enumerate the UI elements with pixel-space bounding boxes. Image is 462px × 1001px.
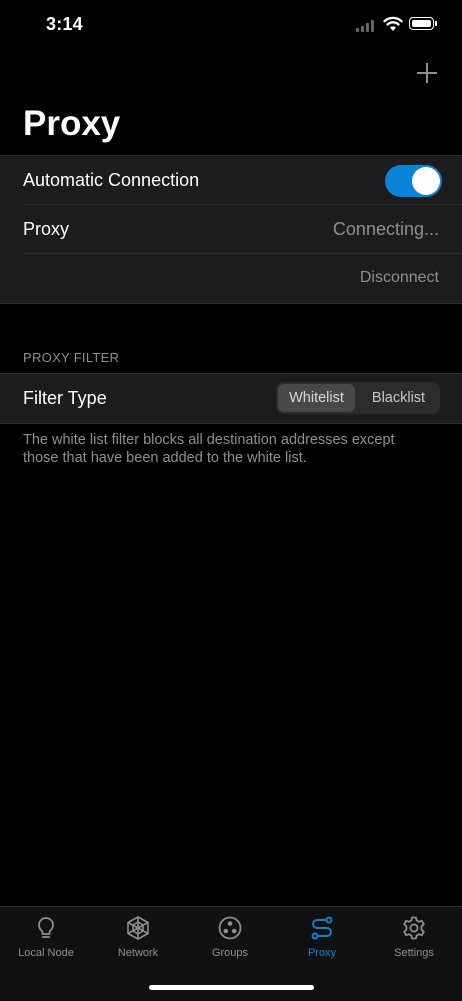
tab-label: Local Node <box>18 947 74 959</box>
gear-icon <box>403 916 425 940</box>
tab-label: Groups <box>211 947 249 959</box>
groups-icon <box>218 916 242 940</box>
filter-group: Filter Type Whitelist Blacklist <box>0 373 462 424</box>
proxy-row: Proxy Connecting... <box>0 205 462 254</box>
proxy-label: Proxy <box>23 219 70 239</box>
automatic-connection-label: Automatic Connection <box>23 170 200 190</box>
proxy-status: Connecting... <box>332 219 439 239</box>
filter-description: The white list filter blocks all destina… <box>23 432 395 466</box>
disconnect-button[interactable]: Disconnect <box>360 269 439 287</box>
filter-type-label: Filter Type <box>23 388 107 408</box>
battery-icon <box>409 17 437 30</box>
add-button[interactable] <box>412 58 442 88</box>
automatic-connection-row: Automatic Connection <box>0 156 462 205</box>
lightbulb-icon <box>38 917 54 938</box>
page-title: Proxy <box>23 104 121 143</box>
blacklist-segment[interactable]: Blacklist <box>359 384 438 412</box>
disconnect-row: Disconnect <box>0 254 462 303</box>
filter-type-row: Filter Type Whitelist Blacklist <box>0 374 462 423</box>
tab-proxy[interactable]: Proxy <box>276 907 368 967</box>
automatic-connection-toggle[interactable] <box>385 165 442 197</box>
tab-groups[interactable]: Groups <box>184 907 276 967</box>
tab-settings[interactable]: Settings <box>368 907 460 967</box>
tab-label: Network <box>117 947 159 959</box>
filter-type-segmented-control: Whitelist Blacklist <box>276 382 440 414</box>
toggle-knob <box>412 167 440 195</box>
cellular-signal-icon <box>356 20 374 32</box>
section-header-proxy-filter: PROXY FILTER <box>23 350 120 365</box>
status-time: 3:14 <box>46 14 83 34</box>
home-indicator <box>149 985 314 990</box>
tab-label: Proxy <box>307 947 337 959</box>
network-icon <box>127 916 149 940</box>
tab-label: Settings <box>394 947 434 959</box>
wifi-icon <box>383 16 403 31</box>
tab-local-node[interactable]: Local Node <box>0 907 92 967</box>
proxy-icon <box>311 916 333 940</box>
whitelist-segment[interactable]: Whitelist <box>278 384 355 412</box>
tab-network[interactable]: Network <box>92 907 184 967</box>
connection-group: Automatic Connection Proxy Connecting...… <box>0 155 462 304</box>
